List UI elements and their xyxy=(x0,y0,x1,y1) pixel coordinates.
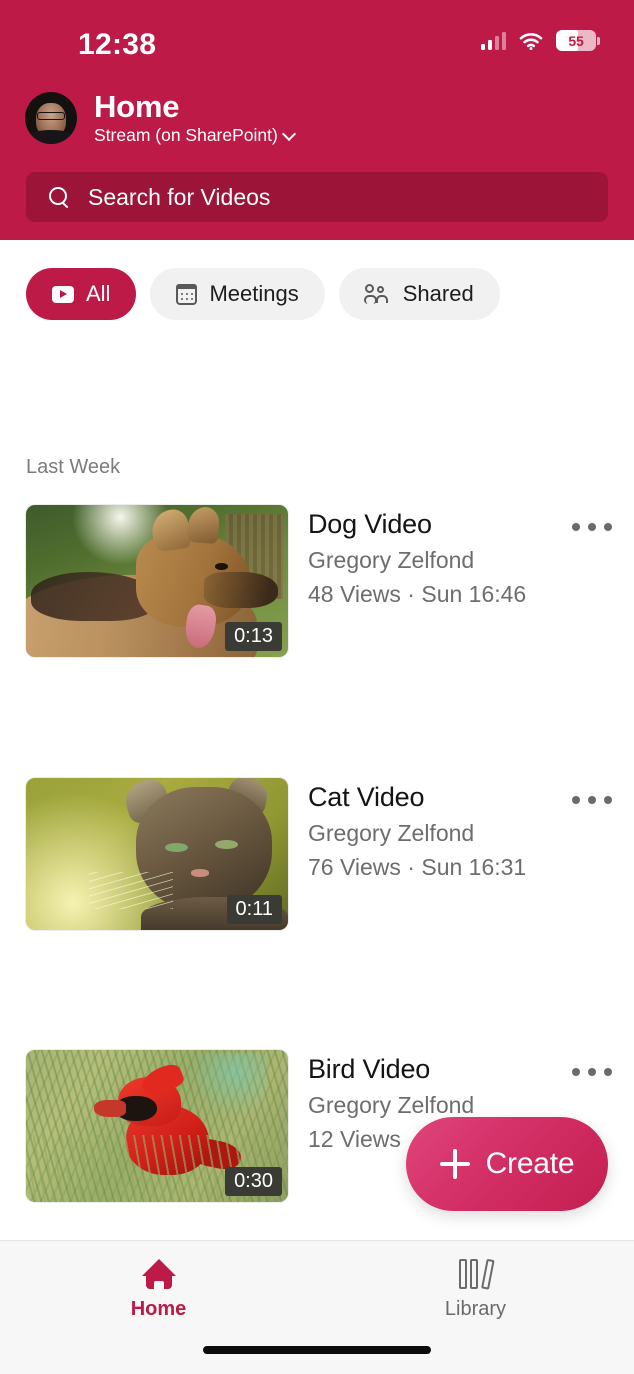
video-metadata: Cat Video Gregory Zelfond 76 Views · Sun… xyxy=(308,780,568,884)
search-placeholder: Search for Videos xyxy=(88,183,271,210)
more-options-icon[interactable] xyxy=(572,796,612,804)
nav-item-library[interactable]: Library xyxy=(317,1241,634,1374)
video-duration-badge: 0:11 xyxy=(226,895,282,924)
more-options-icon[interactable] xyxy=(572,1068,612,1076)
source-label: Stream (on SharePoint) xyxy=(94,125,278,145)
status-bar: 12:38 55 xyxy=(0,0,634,76)
wifi-icon xyxy=(519,32,543,50)
nav-item-library-label: Library xyxy=(444,1298,507,1320)
filter-chip-shared[interactable]: Shared xyxy=(338,268,500,320)
video-author: Gregory Zelfond xyxy=(308,547,475,573)
video-duration-badge: 0:30 xyxy=(225,1167,282,1196)
people-icon xyxy=(363,284,391,304)
create-button-label: Create xyxy=(485,1147,575,1180)
filter-chip-all-label: All xyxy=(86,281,111,306)
bird-thumbnail[interactable]: 0:30 xyxy=(26,1050,288,1202)
create-button[interactable]: Create xyxy=(406,1117,608,1211)
page-title: Home xyxy=(94,89,180,124)
video-stats: 48 Views · Sun 16:46 xyxy=(308,581,527,607)
calendar-icon xyxy=(176,283,198,305)
plus-icon xyxy=(439,1149,470,1179)
more-options-icon[interactable] xyxy=(572,523,612,531)
nav-item-home-label: Home xyxy=(130,1298,187,1320)
library-books-icon xyxy=(458,1258,495,1290)
bottom-navigation: Home Library xyxy=(0,1240,634,1374)
video-duration-badge: 0:13 xyxy=(225,622,282,651)
filter-chip-all[interactable]: All xyxy=(26,268,137,320)
video-author: Gregory Zelfond xyxy=(308,820,475,846)
battery-icon: 55 xyxy=(556,30,596,51)
section-heading: Last Week xyxy=(26,456,121,478)
battery-percent-label: 55 xyxy=(568,32,584,49)
avatar[interactable] xyxy=(25,92,77,144)
filter-chip-shared-label: Shared xyxy=(402,281,474,306)
video-stats: 76 Views · Sun 16:31 xyxy=(308,854,527,880)
search-icon xyxy=(48,186,70,208)
video-title: Cat Video xyxy=(308,782,425,812)
video-play-icon xyxy=(52,285,74,303)
video-title: Dog Video xyxy=(308,509,432,539)
home-icon xyxy=(141,1259,176,1290)
app-header: 12:38 55 Home Stream (on SharePoint) Sea… xyxy=(0,0,634,240)
filter-chip-meetings-label: Meetings xyxy=(209,281,299,306)
dog-thumbnail[interactable]: 0:13 xyxy=(26,505,288,657)
status-bar-time: 12:38 xyxy=(78,28,157,61)
filter-chip-bar: All Meetings Shared xyxy=(0,265,634,323)
chevron-down-icon xyxy=(283,129,296,142)
filter-chip-meetings[interactable]: Meetings xyxy=(150,268,325,320)
video-metadata: Dog Video Gregory Zelfond 48 Views · Sun… xyxy=(308,507,568,611)
search-input[interactable]: Search for Videos xyxy=(26,172,608,222)
cat-thumbnail[interactable]: 0:11 xyxy=(26,778,288,930)
status-bar-indicators: 55 xyxy=(481,30,600,51)
home-indicator xyxy=(203,1346,431,1354)
video-title: Bird Video xyxy=(308,1054,431,1084)
cellular-signal-icon xyxy=(481,31,506,50)
source-selector[interactable]: Stream (on SharePoint) xyxy=(94,125,296,146)
nav-item-home[interactable]: Home xyxy=(0,1241,317,1374)
